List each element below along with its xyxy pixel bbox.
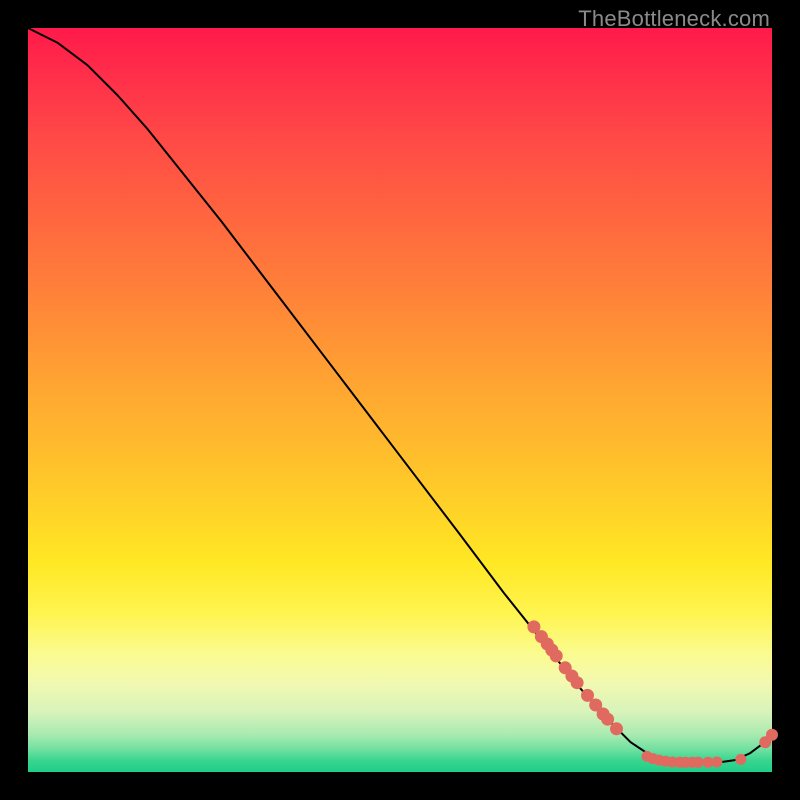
bottleneck-curve bbox=[28, 28, 772, 762]
chart-frame bbox=[28, 28, 772, 772]
data-marker bbox=[610, 722, 623, 735]
watermark-text: TheBottleneck.com bbox=[578, 6, 770, 32]
data-marker bbox=[601, 713, 614, 726]
data-marker bbox=[711, 757, 722, 768]
data-marker bbox=[693, 757, 704, 768]
data-marker bbox=[571, 676, 584, 689]
chart-svg bbox=[28, 28, 772, 772]
data-marker bbox=[735, 754, 746, 765]
data-marker bbox=[766, 729, 778, 741]
data-markers bbox=[527, 620, 778, 767]
data-marker bbox=[550, 649, 563, 662]
